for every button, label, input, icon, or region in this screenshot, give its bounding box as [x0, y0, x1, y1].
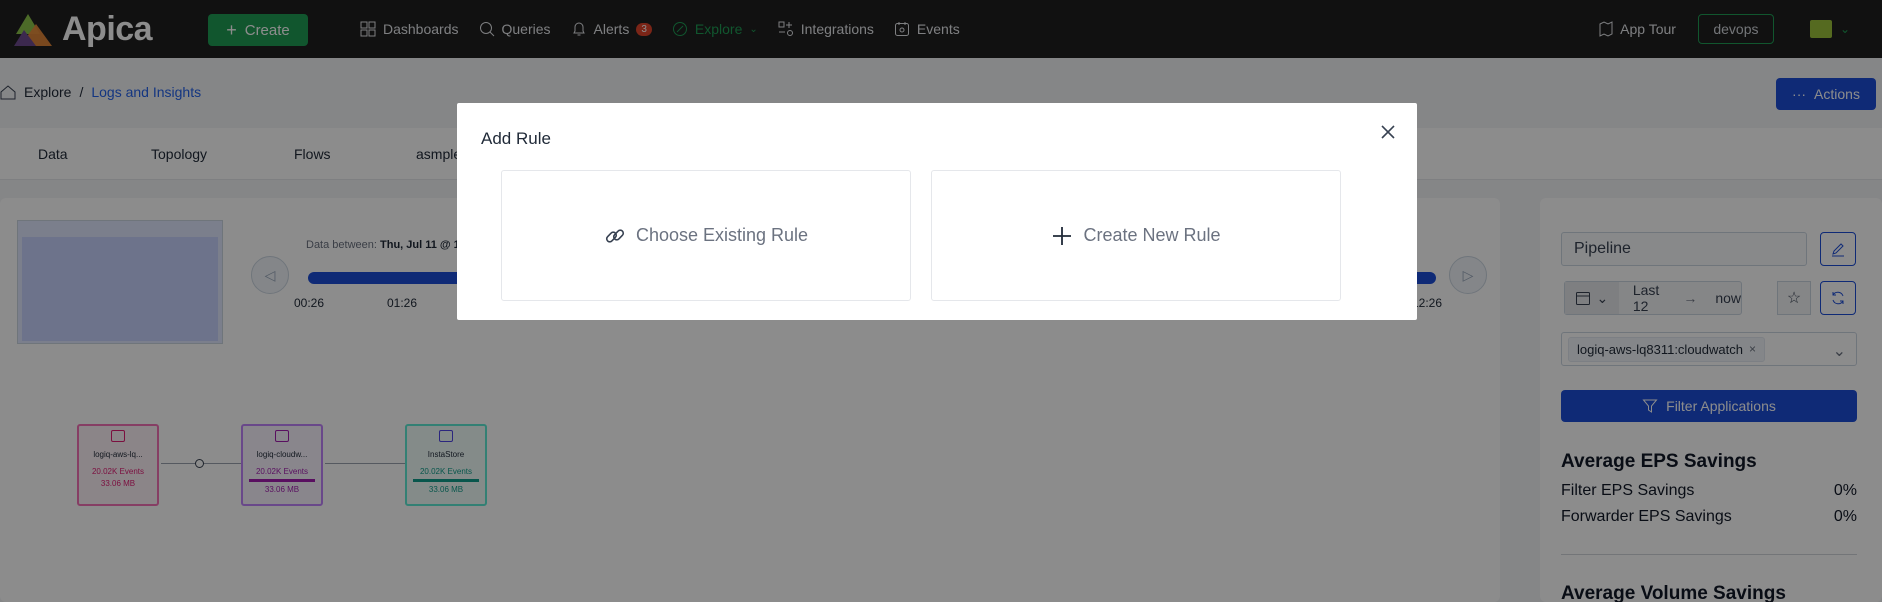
close-button[interactable]	[1377, 121, 1399, 143]
close-icon	[1381, 125, 1395, 139]
modal-title: Add Rule	[481, 129, 551, 148]
link-icon	[605, 228, 625, 243]
choose-existing-rule-label: Choose Existing Rule	[635, 225, 809, 245]
create-new-rule-label: Create New Rule	[1083, 225, 1221, 245]
choose-existing-rule-option[interactable]: Choose Existing Rule	[501, 170, 911, 301]
create-new-rule-option[interactable]: Create New Rule	[931, 170, 1341, 301]
add-rule-modal: Add Rule Choose Existing Rule Create New…	[457, 103, 1417, 320]
plus-icon	[1053, 226, 1072, 245]
